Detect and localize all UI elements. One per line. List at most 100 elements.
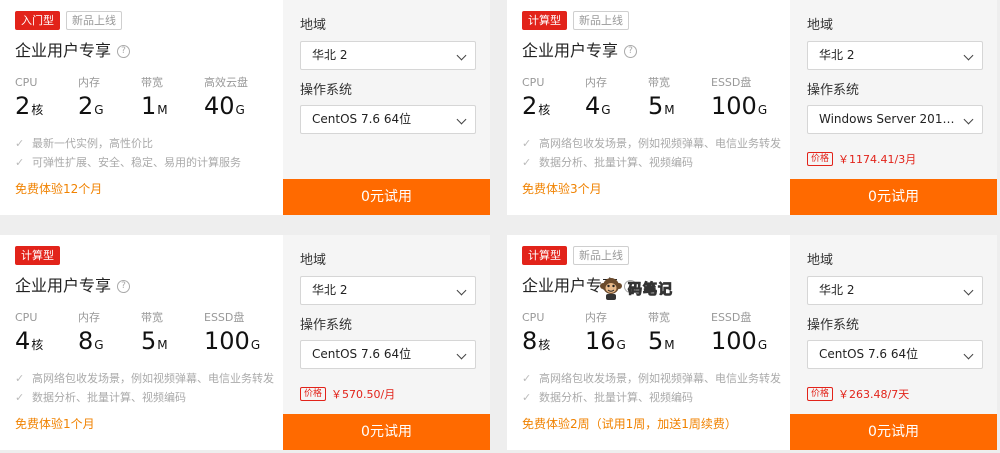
- card-info: 计算型 新品上线 企业用户专享 ? CPU 8核 内存 16G 带宽 5M ES…: [507, 235, 790, 450]
- chevron-down-icon: [456, 50, 467, 61]
- spec-unit: M: [664, 338, 675, 352]
- tag-group: 计算型 新品上线: [522, 246, 629, 265]
- chevron-down-icon: [456, 114, 467, 125]
- free-trial-button[interactable]: 0元试用: [283, 179, 490, 215]
- spec-label: 带宽: [141, 76, 163, 89]
- check-icon: ✓: [15, 372, 25, 385]
- feature-item: ✓ 高网络包收发场景，例如视频弹幕、电信业务转发: [15, 372, 274, 385]
- free-trial-button[interactable]: 0元试用: [790, 414, 997, 450]
- trial-card-3: 计算型 企业用户专享 ? CPU 4核 内存 8G 带宽 5M ESSD盘 10…: [0, 235, 490, 450]
- region-select[interactable]: 华北 2: [807, 41, 983, 70]
- feature-item: ✓ 数据分析、批量计算、视频编码: [15, 391, 186, 404]
- feature-item: ✓ 数据分析、批量计算、视频编码: [522, 391, 693, 404]
- spec-unit: G: [250, 338, 261, 352]
- feature-item: ✓ 高网络包收发场景，例如视频弹幕、电信业务转发: [522, 372, 781, 385]
- spec-value: 4: [585, 92, 601, 120]
- spec-cpu: CPU 2核: [522, 76, 585, 124]
- card-config: 地域 华北 2 操作系统 Windows Server 2019 数据中心版 价…: [790, 0, 997, 215]
- help-icon[interactable]: ?: [117, 44, 131, 58]
- spec-list: CPU 2核 内存 4G 带宽 5M ESSD盘 100G: [522, 76, 781, 124]
- spec-disk: 高效云盘 40G: [204, 76, 274, 124]
- check-icon: ✓: [522, 391, 532, 404]
- spec-bandwidth: 带宽 5M: [648, 76, 711, 124]
- chevron-down-icon: [963, 349, 974, 360]
- spec-unit: 核: [31, 103, 44, 117]
- region-select[interactable]: 华北 2: [300, 276, 476, 305]
- trial-card-4: 计算型 新品上线 企业用户专享 ? CPU 8核 内存 16G 带宽 5M ES…: [507, 235, 997, 450]
- os-select[interactable]: CentOS 7.6 64位: [807, 340, 983, 369]
- card-config: 地域 华北 2 操作系统 CentOS 7.6 64位 0元试用: [283, 0, 490, 215]
- os-select[interactable]: Windows Server 2019 数据中心版: [807, 105, 983, 134]
- spec-cpu: CPU 8核: [522, 311, 585, 359]
- spec-unit: M: [664, 103, 675, 117]
- spec-list: CPU 2核 内存 2G 带宽 1M 高效云盘 40G: [15, 76, 274, 124]
- card-title-text: 企业用户专享: [522, 41, 619, 60]
- os-select[interactable]: CentOS 7.6 64位: [300, 105, 476, 134]
- free-trial-button[interactable]: 0元试用: [283, 414, 490, 450]
- spec-label: CPU: [15, 76, 38, 89]
- tag-group: 计算型 新品上线: [522, 11, 629, 30]
- spec-value: 1: [141, 92, 157, 120]
- spec-unit: G: [616, 338, 626, 352]
- feature-list: ✓ 最新一代实例，高性价比 ✓ 可弹性扩展、安全、稳定、易用的计算服务: [15, 134, 241, 172]
- spec-unit: G: [235, 103, 245, 117]
- feature-item: ✓ 最新一代实例，高性价比: [15, 137, 153, 150]
- spec-value: 2: [522, 92, 538, 120]
- spec-list: CPU 4核 内存 8G 带宽 5M ESSD盘 100G: [15, 311, 274, 359]
- region-select[interactable]: 华北 2: [300, 41, 476, 70]
- card-info: 计算型 新品上线 企业用户专享 ? CPU 2核 内存 4 G 带宽 5M ESS…: [507, 0, 790, 215]
- price-row: 价格 ￥1174.41/3月: [807, 151, 916, 167]
- chevron-down-icon: [456, 349, 467, 360]
- price-amount: ￥263.48/7天: [838, 388, 910, 401]
- monkey-logo-icon: [600, 278, 622, 300]
- check-icon: ✓: [522, 156, 532, 169]
- spec-value: 2: [78, 92, 94, 120]
- os-label: 操作系统: [807, 318, 860, 333]
- trial-duration: 免费体验1个月: [15, 417, 95, 431]
- spec-label: 内存: [78, 76, 100, 89]
- tag-type: 计算型: [522, 246, 567, 265]
- card-config: 地域 华北 2 操作系统 CentOS 7.6 64位 价格 ￥570.50/月…: [283, 235, 490, 450]
- os-select[interactable]: CentOS 7.6 64位: [300, 340, 476, 369]
- check-icon: ✓: [522, 137, 532, 150]
- card-title: 企业用户专享 ?: [15, 40, 131, 62]
- card-title-text: 企业用户专享: [15, 276, 112, 295]
- chevron-down-icon: [963, 50, 974, 61]
- spec-value: 5: [141, 327, 157, 355]
- check-icon: ✓: [15, 137, 25, 150]
- trial-duration: 免费体验12个月: [15, 182, 103, 196]
- spec-cpu: CPU 4核: [15, 311, 78, 359]
- tag-new: 新品上线: [573, 11, 629, 30]
- help-icon[interactable]: ?: [117, 279, 131, 293]
- spec-unit: M: [157, 338, 168, 352]
- spec-value: 16: [585, 327, 616, 355]
- price-amount: ￥570.50/月: [331, 388, 396, 401]
- region-select[interactable]: 华北 2: [807, 276, 983, 305]
- help-icon[interactable]: ?: [624, 44, 638, 58]
- spec-value: 4: [15, 327, 31, 355]
- spec-bandwidth: 带宽 5M: [648, 311, 711, 359]
- spec-bandwidth: 带宽 1M: [141, 76, 204, 124]
- tag-type: 入门型: [15, 11, 60, 30]
- trial-duration: 免费体验3个月: [522, 182, 602, 196]
- spec-unit: 核: [538, 103, 551, 117]
- feature-item: ✓ 可弹性扩展、安全、稳定、易用的计算服务: [15, 156, 241, 169]
- price-amount: ￥1174.41/3月: [838, 153, 917, 166]
- tag-type: 计算型: [522, 11, 567, 30]
- spec-label: ESSD盘: [711, 76, 752, 89]
- spec-label: 高效云盘: [204, 76, 248, 89]
- feature-item: ✓ 数据分析、批量计算、视频编码: [522, 156, 693, 169]
- spec-label: CPU: [522, 311, 545, 324]
- spec-label: 带宽: [141, 311, 163, 324]
- card-title-text: 企业用户专享: [15, 41, 112, 60]
- os-label: 操作系统: [807, 83, 860, 98]
- card-info: 入门型 新品上线 企业用户专享 ? CPU 2核 内存 2G 带宽 1M 高效云…: [0, 0, 283, 215]
- spec-value: 100: [711, 92, 757, 120]
- free-trial-button[interactable]: 0元试用: [790, 179, 997, 215]
- trial-card-2: 计算型 新品上线 企业用户专享 ? CPU 2核 内存 4 G 带宽 5M ESS…: [507, 0, 997, 215]
- spec-label: 内存: [585, 76, 607, 89]
- spec-unit: G: [757, 103, 768, 117]
- spec-value: 8: [78, 327, 94, 355]
- spec-label: CPU: [15, 311, 38, 324]
- tag-group: 计算型: [15, 246, 60, 265]
